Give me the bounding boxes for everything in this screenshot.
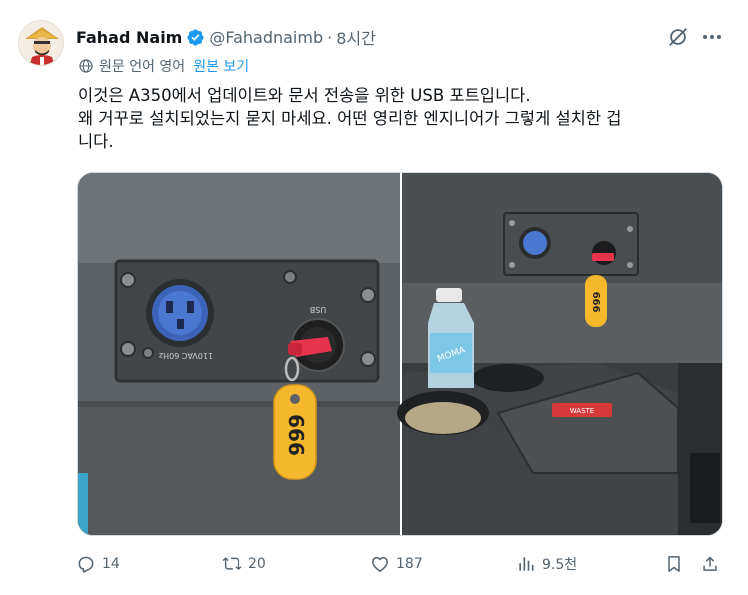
retweet-icon (222, 557, 242, 570)
tweet-text: 이것은 A350에서 업데이트와 문서 전송을 위한 USB 포트입니다. 왜 … (78, 84, 733, 153)
tag-text-left: 666 (284, 414, 308, 456)
media-image-left[interactable]: 110VAC 60Hz USB 666 (78, 173, 400, 536)
views-icon (519, 557, 534, 571)
bookmark-icon (668, 556, 680, 572)
tweet-line: 니다. (78, 132, 114, 151)
views-count: 9.5천 (542, 557, 578, 573)
globe-icon (79, 59, 93, 73)
display-name[interactable]: Fahad Naim (76, 28, 182, 47)
action-bar: 14 20 187 9.5천 (76, 554, 726, 578)
like-button[interactable]: 187 (370, 554, 423, 574)
tweet-line: 이것은 A350에서 업데이트와 문서 전송을 위한 USB 포트입니다. (78, 86, 531, 105)
card-label: WASTE (570, 407, 594, 415)
timestamp[interactable]: 8시간 (336, 25, 376, 49)
translation-notice: 원문 언어 영어 원본 보기 (78, 56, 249, 76)
retweet-button[interactable]: 20 (222, 554, 266, 574)
tweet-line: 왜 거꾸로 설치되었는지 묻지 마세요. 어떤 영리한 엔지니어가 그렇게 설치… (78, 109, 622, 128)
views-button[interactable]: 9.5천 (516, 554, 577, 574)
usb-label: USB (310, 305, 326, 314)
tweet-header: Fahad Naim @Fahadnaimb · 8시간 (76, 25, 376, 49)
translation-label: 원문 언어 영어 (99, 59, 186, 75)
bookmark-button[interactable] (664, 554, 690, 574)
grok-icon[interactable] (667, 26, 689, 48)
share-button[interactable] (700, 554, 726, 574)
share-icon (703, 556, 717, 571)
tweet: Fahad Naim @Fahadnaimb · 8시간 원문 언어 영어 원본… (0, 0, 748, 595)
reply-button[interactable]: 14 (76, 554, 120, 574)
heart-icon (372, 557, 388, 572)
like-count: 187 (396, 556, 423, 572)
tag-text-right: 666 (590, 292, 601, 313)
avatar-illustration (19, 21, 63, 65)
media-image-right[interactable]: 666 MOMA WASTE (397, 173, 723, 536)
reply-icon (78, 556, 94, 573)
reply-count: 14 (102, 556, 120, 572)
retweet-count: 20 (248, 556, 266, 572)
separator-dot: · (327, 27, 333, 47)
media-grid: 110VAC 60Hz USB 666 666 MOMA WASTE (77, 172, 723, 536)
avatar[interactable] (18, 20, 64, 66)
handle[interactable]: @Fahadnaimb (209, 28, 323, 47)
verified-badge-icon (187, 28, 204, 46)
more-options-icon[interactable] (698, 26, 726, 48)
show-original-link[interactable]: 원본 보기 (193, 56, 249, 76)
socket-label: 110VAC 60Hz (159, 351, 213, 360)
